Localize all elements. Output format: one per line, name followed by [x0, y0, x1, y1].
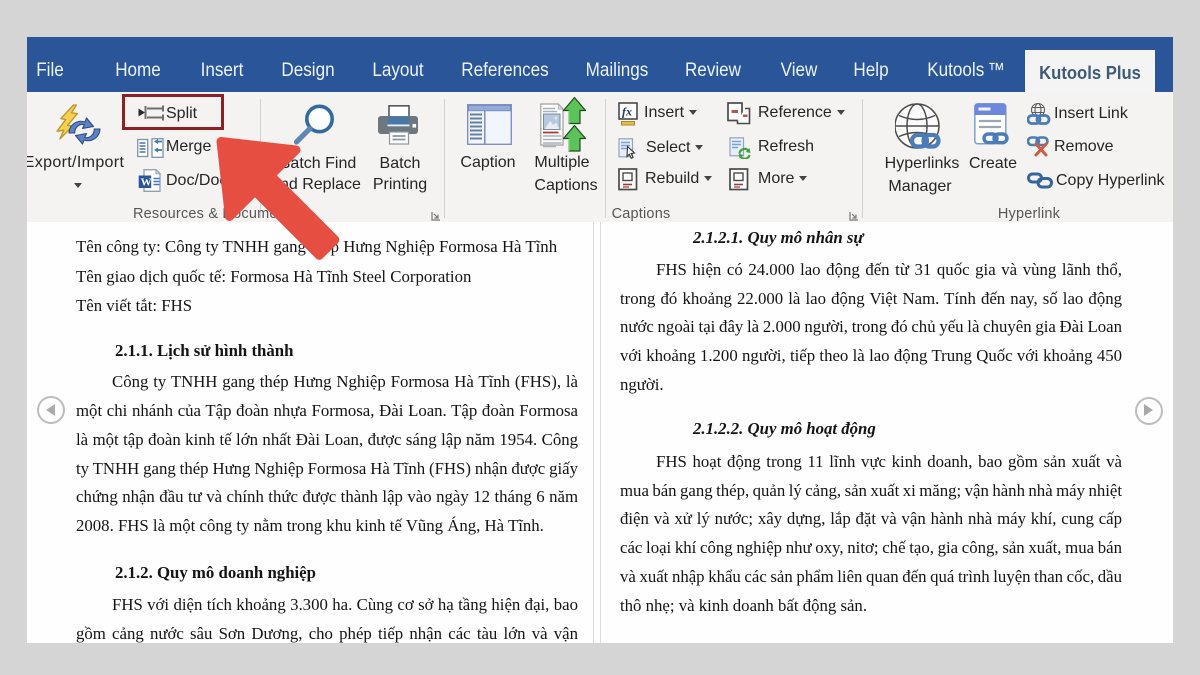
svg-text:fx: fx [622, 105, 632, 119]
svg-text:W: W [141, 176, 152, 188]
